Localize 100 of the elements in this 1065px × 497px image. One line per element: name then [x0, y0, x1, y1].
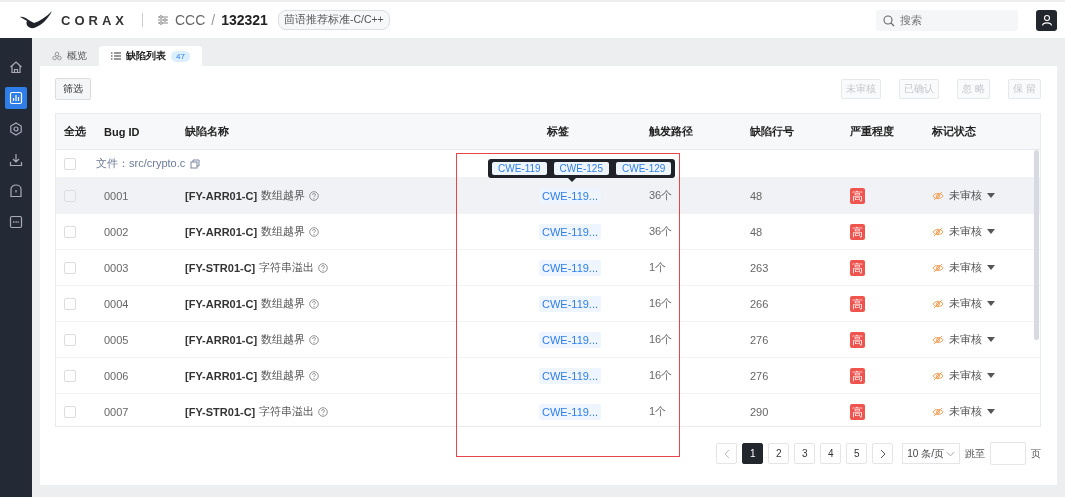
bug-box-icon	[9, 215, 23, 229]
help-icon[interactable]	[318, 406, 329, 417]
line-number-cell-text: 266	[750, 297, 770, 310]
rule-code: [FY-ARR01-C]	[185, 333, 258, 346]
help-icon[interactable]	[309, 298, 320, 309]
table-row[interactable]: 0001 [FY-ARR01-C] 数组越界 CWE-119... 36个 48 高 未审核	[56, 177, 1040, 213]
help-icon[interactable]	[309, 370, 320, 381]
count-badge: 47	[171, 50, 190, 62]
sidebar-item[interactable]	[5, 87, 27, 109]
tab[interactable]: 缺陷列表 47	[99, 46, 202, 66]
help-icon[interactable]	[309, 190, 320, 201]
help-icon[interactable]	[309, 334, 320, 345]
checkbox[interactable]	[64, 369, 76, 382]
caret-icon	[987, 373, 995, 378]
column-header: 全选	[63, 124, 87, 139]
defect-name: 数组越界	[261, 368, 306, 383]
table-row[interactable]: 0002 [FY-ARR01-C] 数组越界 CWE-119... 36个 48 高 未审核	[56, 213, 1040, 249]
user-icon	[1040, 14, 1053, 26]
eye-off-icon	[932, 262, 944, 273]
rule-code: [FY-ARR01-C]	[185, 369, 258, 382]
chart-icon	[9, 91, 23, 105]
page-button[interactable]: 4	[820, 443, 842, 464]
table-row[interactable]: 0006 [FY-ARR01-C] 数组越界 CWE-119... 16个 276 高 未审核	[56, 357, 1040, 393]
cwe-tag[interactable]: CWE-125	[553, 162, 609, 175]
cwe-tag[interactable]: CWE-129	[615, 162, 672, 175]
cwe-tag[interactable]: CWE-119...	[539, 295, 602, 312]
page-button[interactable]: 3	[794, 443, 816, 464]
page-button[interactable]: 2	[768, 443, 790, 464]
page-button[interactable]: 1	[742, 443, 764, 464]
defect-name: 数组越界	[261, 188, 306, 203]
rule-code: [FY-STR01-C]	[185, 405, 256, 418]
severity-badge: 高	[850, 259, 865, 276]
cwe-tag[interactable]: CWE-119...	[539, 367, 602, 384]
file-path-label: 文件：src/crypto.c	[96, 156, 186, 171]
cwe-tag[interactable]: CWE-119...	[539, 331, 602, 348]
line-number-cell-text: 263	[750, 261, 770, 274]
checkbox[interactable]	[64, 261, 76, 274]
severity-badge: 高	[850, 331, 865, 348]
chevron-left-icon	[723, 448, 730, 459]
status-dropdown[interactable]: 未审核	[932, 260, 995, 275]
line-number-cell-text: 276	[750, 369, 770, 382]
table-row[interactable]: 0005 [FY-ARR01-C] 数组越界 CWE-119... 16个 276 高 未审核	[56, 321, 1040, 357]
status-dropdown[interactable]: 未审核	[932, 404, 995, 419]
cluster-icon	[52, 51, 62, 61]
checkbox[interactable]	[64, 297, 76, 310]
bug-id-cell-text: 0004	[104, 297, 130, 310]
checkbox[interactable]	[64, 225, 76, 238]
page-button[interactable]: 5	[846, 443, 868, 464]
checkbox[interactable]	[64, 189, 76, 202]
table-row[interactable]: 0004 [FY-ARR01-C] 数组越界 CWE-119... 16个 266 高 未审核	[56, 285, 1040, 321]
help-icon[interactable]	[318, 262, 329, 273]
defect-name: 数组越界	[261, 332, 306, 347]
filter-button[interactable]: 筛选	[55, 78, 91, 100]
column-header: 严重程度	[850, 124, 895, 139]
checkbox[interactable]	[64, 405, 76, 418]
cwe-tag[interactable]: CWE-119...	[539, 187, 602, 204]
status-dropdown[interactable]: 未审核	[932, 332, 995, 347]
caret-icon	[987, 337, 995, 342]
checkbox[interactable]	[64, 333, 76, 346]
cwe-tag[interactable]: CWE-119...	[539, 259, 602, 276]
status-dropdown[interactable]: 未审核	[932, 224, 995, 239]
column-header: 标签	[547, 124, 570, 139]
path-count-cell-text: 1个	[649, 404, 668, 419]
severity-badge: 高	[850, 403, 865, 420]
copy-icon[interactable]	[190, 158, 201, 169]
cwe-tag[interactable]: CWE-119	[492, 162, 547, 175]
eye-off-icon	[932, 334, 944, 345]
page-size-select[interactable]: 10 条/页	[902, 443, 960, 464]
status-dropdown[interactable]: 未审核	[932, 368, 995, 383]
eye-off-icon	[932, 190, 944, 201]
status-dropdown[interactable]: 未审核	[932, 296, 995, 311]
table-row[interactable]: 0007 [FY-STR01-C] 字符串溢出 CWE-119... 1个 290 高 未审核	[56, 393, 1040, 429]
tab[interactable]: 概览	[40, 46, 99, 66]
breadcrumb-separator: /	[211, 12, 216, 28]
severity-badge: 高	[850, 295, 865, 312]
cwe-tag[interactable]: CWE-119...	[539, 223, 602, 240]
cwe-tag[interactable]: CWE-119...	[539, 403, 602, 420]
column-header: 缺陷行号	[750, 124, 795, 139]
download-icon	[9, 153, 23, 167]
checkbox[interactable]	[64, 157, 76, 170]
eye-off-icon	[932, 406, 944, 417]
status-dropdown[interactable]: 未审核	[932, 188, 995, 203]
eye-off-icon	[932, 226, 944, 237]
path-count-cell-text: 16个	[649, 296, 674, 311]
user-avatar-button[interactable]	[1036, 9, 1057, 31]
search-icon	[883, 14, 895, 27]
severity-badge: 高	[850, 223, 865, 240]
search-field[interactable]: 搜索	[876, 9, 1018, 31]
help-icon[interactable]	[309, 226, 320, 237]
table-row[interactable]: 0003 [FY-STR01-C] 字符串溢出 CWE-119... 1个 263 高 未审核	[56, 249, 1040, 285]
scrollbar[interactable]	[1034, 150, 1039, 340]
page-input[interactable]	[990, 442, 1026, 465]
bug-id-cell-text: 0003	[104, 261, 130, 274]
column-header: 触发路径	[649, 124, 694, 139]
path-count-cell-text: 16个	[649, 332, 674, 347]
line-number-cell-text: 48	[750, 189, 764, 202]
defect-name: 数组越界	[261, 224, 306, 239]
bug-id-cell-text: 0005	[104, 333, 130, 346]
list-icon	[111, 51, 121, 61]
caret-icon	[987, 301, 995, 306]
